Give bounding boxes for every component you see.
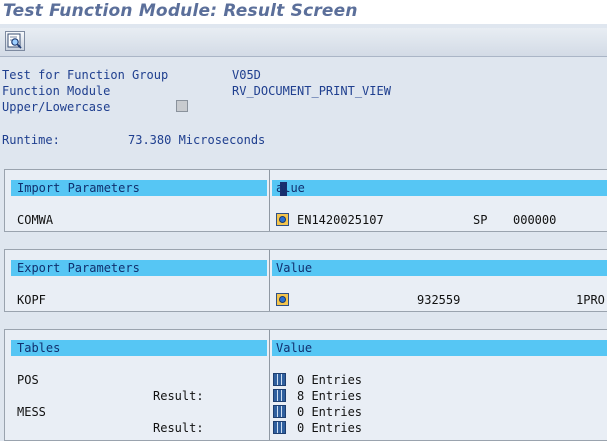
table-icon[interactable] — [273, 373, 286, 386]
value-header-cursor: V — [280, 182, 288, 196]
import-parameters-title: Import Parameters — [17, 181, 140, 195]
column-divider — [269, 250, 270, 311]
import-value-header: Value — [272, 180, 607, 196]
table-icon[interactable] — [273, 405, 286, 418]
export-value-1: 932559 — [417, 293, 461, 307]
export-value-2: 1PRO — [576, 293, 605, 307]
table-pos-entries: 0 Entries — [297, 373, 363, 387]
function-module-value: RV_DOCUMENT_PRINT_VIEW — [232, 84, 391, 98]
import-param-comwa: COMWA — [17, 213, 54, 227]
table-icon[interactable] — [273, 389, 286, 402]
export-parameters-panel: Export Parameters Value KOPF 932559 1PRO — [4, 249, 607, 312]
function-module-label: Function Module — [2, 84, 111, 98]
runtime-label: Runtime: — [2, 133, 60, 147]
tables-header: Tables — [11, 340, 267, 356]
import-value-1: EN1420025107 — [297, 213, 384, 227]
upper-lowercase-label: Upper/Lowercase — [2, 100, 111, 114]
import-parameters-header: Import Parameters — [11, 180, 267, 196]
table-mess-result: Result: — [153, 421, 204, 435]
table-mess: MESS — [17, 405, 46, 419]
function-group-value: V05D — [232, 68, 261, 82]
import-value-2: SP — [473, 213, 488, 227]
export-value-title: Value — [276, 261, 313, 275]
table-mess-entries: 0 Entries — [297, 405, 363, 419]
tables-value-header: Value — [272, 340, 607, 356]
import-value-3: 000000 — [513, 213, 557, 227]
table-mess-result-entries: 0 Entries — [297, 421, 363, 435]
export-value-header: Value — [272, 260, 607, 276]
structure-icon[interactable] — [276, 213, 289, 226]
table-pos-result-entries: 8 Entries — [297, 389, 363, 403]
export-parameters-header: Export Parameters — [11, 260, 267, 276]
tables-value-title: Value — [276, 341, 313, 355]
column-divider — [269, 330, 270, 440]
export-param-kopf: KOPF — [17, 293, 46, 307]
title-bar: Test Function Module: Result Screen — [0, 0, 607, 24]
table-pos: POS — [17, 373, 39, 387]
application-toolbar — [0, 28, 607, 57]
search-icon — [7, 33, 22, 49]
structure-icon[interactable] — [276, 293, 289, 306]
tables-title: Tables — [17, 341, 61, 355]
column-divider — [269, 170, 270, 231]
search-button[interactable] — [5, 31, 25, 51]
table-icon[interactable] — [273, 421, 286, 434]
function-group-label: Test for Function Group — [2, 68, 169, 82]
runtime-value: 73.380 Microseconds — [128, 133, 266, 147]
import-value-title: Value — [276, 181, 305, 196]
upper-lowercase-checkbox[interactable] — [176, 100, 188, 112]
table-pos-result: Result: — [153, 389, 204, 403]
tables-panel: Tables Value POS 0 Entries Result: 8 Ent… — [4, 329, 607, 441]
export-parameters-title: Export Parameters — [17, 261, 140, 275]
import-parameters-panel: Import Parameters Value COMWA EN14200251… — [4, 169, 607, 232]
window-title: Test Function Module: Result Screen — [3, 1, 358, 21]
